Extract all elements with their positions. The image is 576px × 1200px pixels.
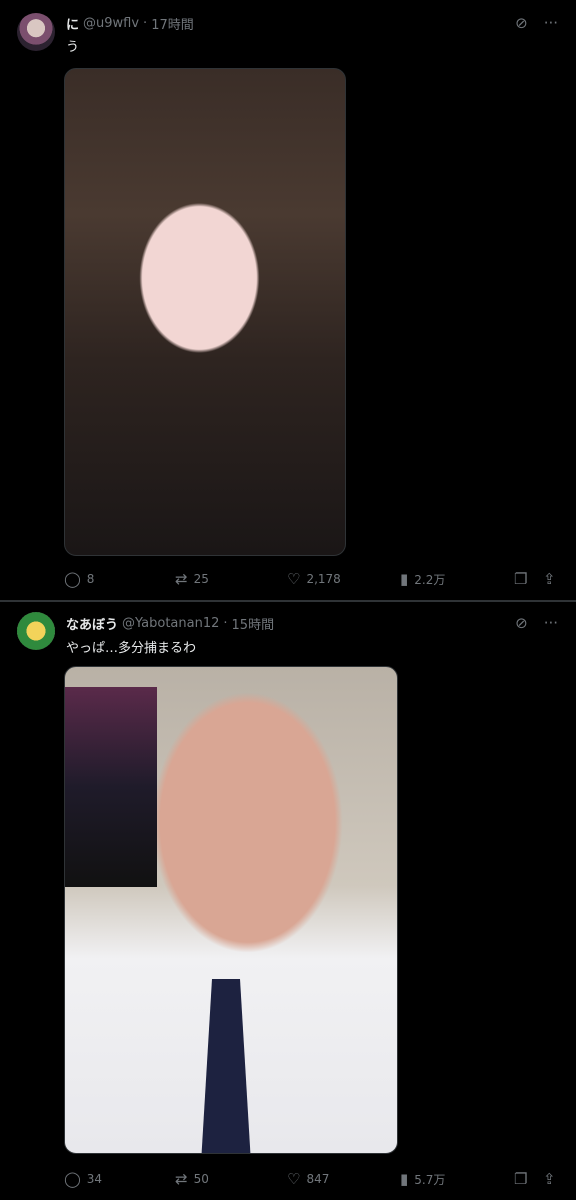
repost-count: 50 (193, 1172, 209, 1186)
reply-button[interactable]: ◯ 34 (64, 1168, 102, 1190)
display-name[interactable]: に (66, 14, 79, 33)
view-count: 2.2万 (414, 572, 446, 587)
reply-icon: ◯ (64, 569, 81, 588)
repost-count: 25 (193, 572, 209, 586)
poster-image (65, 687, 157, 887)
avatar[interactable] (17, 13, 55, 51)
more-icon[interactable]: ··· (544, 14, 558, 32)
heart-icon: ♡ (287, 1169, 301, 1188)
timeline-feed: に @u9wflv · 17時間 ⊘ ··· う ◯ 8 ⇄ 25 ♡ 2,17… (0, 0, 576, 1200)
user-handle[interactable]: @u9wflv (83, 16, 139, 31)
share-button[interactable]: ⇪ (543, 1168, 556, 1190)
grok-icon[interactable]: ⊘ (515, 14, 528, 32)
repost-button[interactable]: ⇄ 25 (175, 568, 209, 590)
action-bar: ◯ 8 ⇄ 25 ♡ 2,178 ▮ 2.2万 ❐ ⇪ (0, 568, 576, 590)
share-button[interactable]: ⇪ (543, 568, 556, 590)
views-icon: ▮ (400, 569, 409, 588)
tweet-header: に @u9wflv · 17時間 (66, 12, 194, 34)
like-button[interactable]: ♡ 847 (287, 1168, 329, 1190)
bookmark-button[interactable]: ❐ (514, 568, 527, 590)
timestamp[interactable]: 17時間 (151, 14, 194, 33)
separator-dot: · (143, 15, 148, 31)
avatar[interactable] (17, 612, 55, 650)
header-actions: ⊘ ··· (515, 14, 558, 32)
bookmark-icon: ❐ (514, 1169, 528, 1188)
like-count: 847 (306, 1172, 330, 1186)
tweet[interactable]: なあぼう @Yabotanan12 · 15時間 ⊘ ··· やっぱ…多分捕まる… (0, 602, 576, 1200)
bookmark-button[interactable]: ❐ (514, 1168, 527, 1190)
views-button[interactable]: ▮ 5.7万 (400, 1168, 445, 1190)
tweet-text: う (66, 40, 80, 55)
bookmark-icon: ❐ (514, 569, 528, 588)
tweet[interactable]: に @u9wflv · 17時間 ⊘ ··· う ◯ 8 ⇄ 25 ♡ 2,17… (0, 0, 576, 600)
user-handle[interactable]: @Yabotanan12 (122, 616, 219, 631)
tweet-photo[interactable] (64, 666, 398, 1154)
share-icon: ⇪ (543, 569, 556, 588)
views-button[interactable]: ▮ 2.2万 (400, 568, 445, 590)
grok-icon[interactable]: ⊘ (515, 614, 528, 632)
share-icon: ⇪ (543, 1169, 556, 1188)
separator-dot: · (223, 615, 228, 631)
action-bar: ◯ 34 ⇄ 50 ♡ 847 ▮ 5.7万 ❐ ⇪ (0, 1168, 576, 1190)
tweet-header: なあぼう @Yabotanan12 · 15時間 (66, 612, 274, 634)
display-name[interactable]: なあぼう (66, 614, 118, 633)
like-button[interactable]: ♡ 2,178 (287, 568, 341, 590)
repost-button[interactable]: ⇄ 50 (175, 1168, 209, 1190)
like-count: 2,178 (306, 572, 341, 586)
repost-icon: ⇄ (175, 569, 188, 588)
reply-button[interactable]: ◯ 8 (64, 568, 94, 590)
repost-icon: ⇄ (175, 1169, 188, 1188)
necktie-shape (201, 979, 251, 1153)
reply-count: 34 (86, 1172, 103, 1186)
views-icon: ▮ (400, 1169, 409, 1188)
timestamp[interactable]: 15時間 (232, 614, 275, 633)
tweet-text: やっぱ…多分捕まるわ (66, 641, 197, 656)
tweet-photo[interactable] (64, 68, 346, 556)
view-count: 5.7万 (414, 1172, 446, 1187)
reply-count: 8 (86, 572, 95, 586)
header-actions: ⊘ ··· (515, 614, 558, 632)
reply-icon: ◯ (64, 1169, 81, 1188)
more-icon[interactable]: ··· (544, 614, 558, 632)
heart-icon: ♡ (287, 569, 301, 588)
